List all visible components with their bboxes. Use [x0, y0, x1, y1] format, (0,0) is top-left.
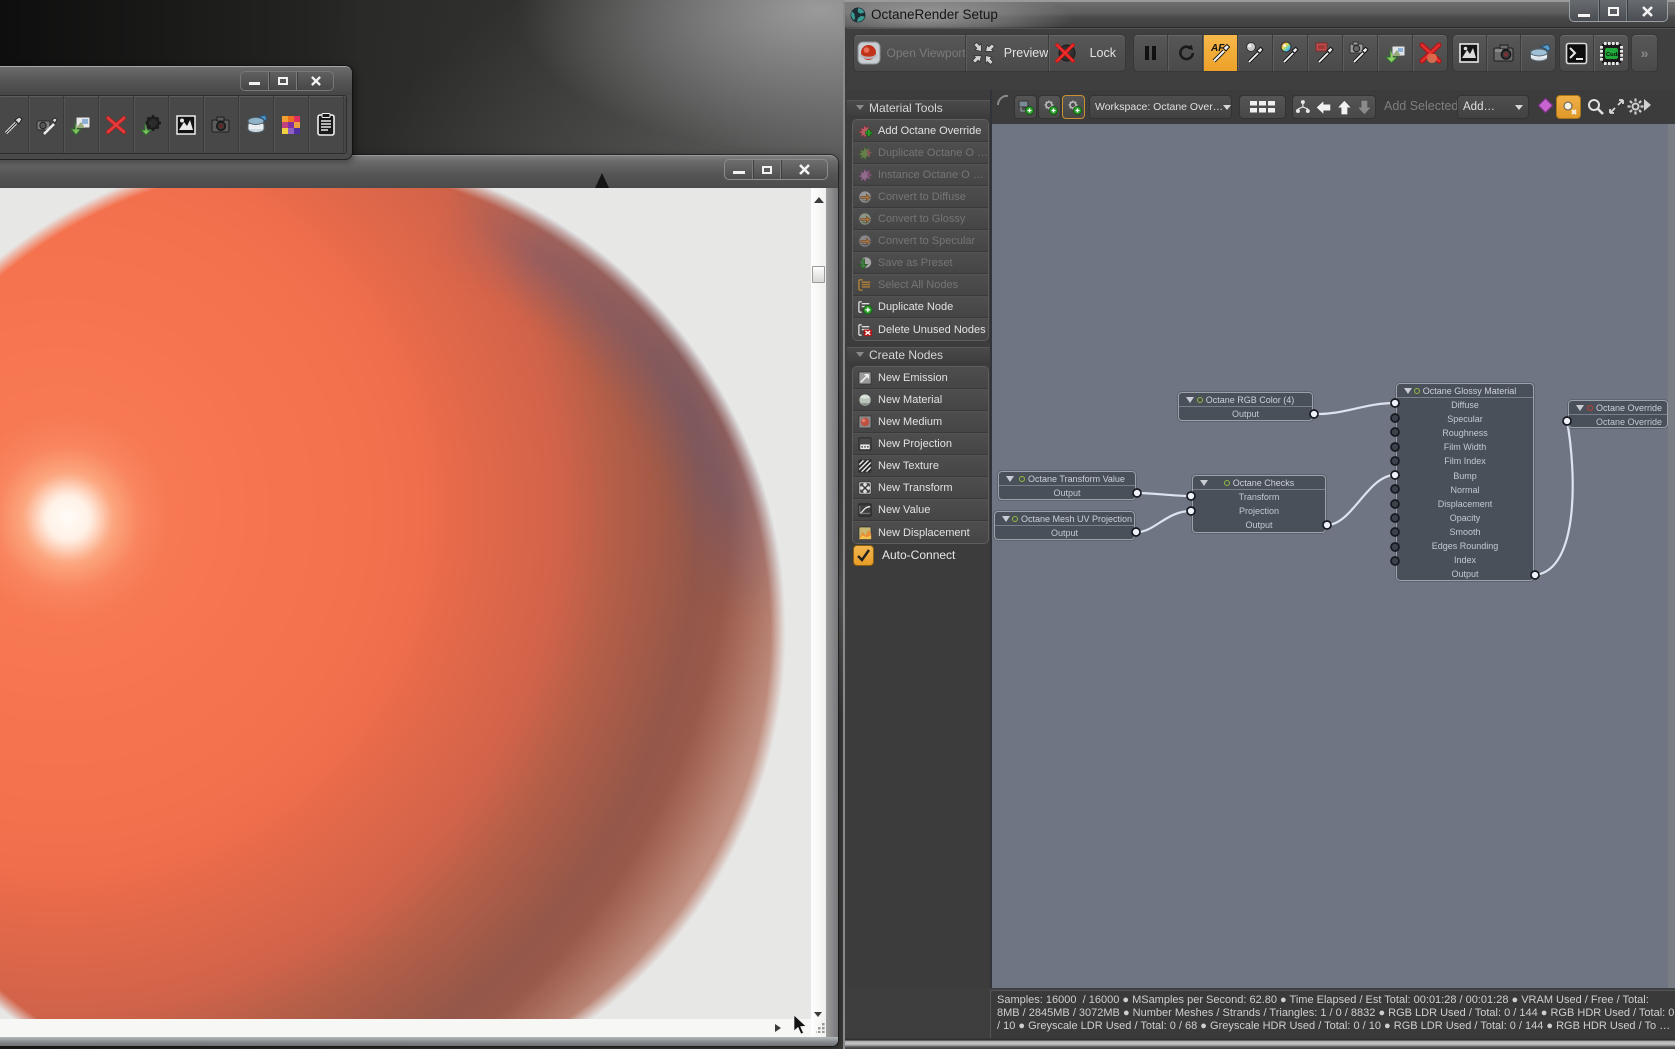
svg-text:Cuda: Cuda — [1606, 52, 1621, 58]
